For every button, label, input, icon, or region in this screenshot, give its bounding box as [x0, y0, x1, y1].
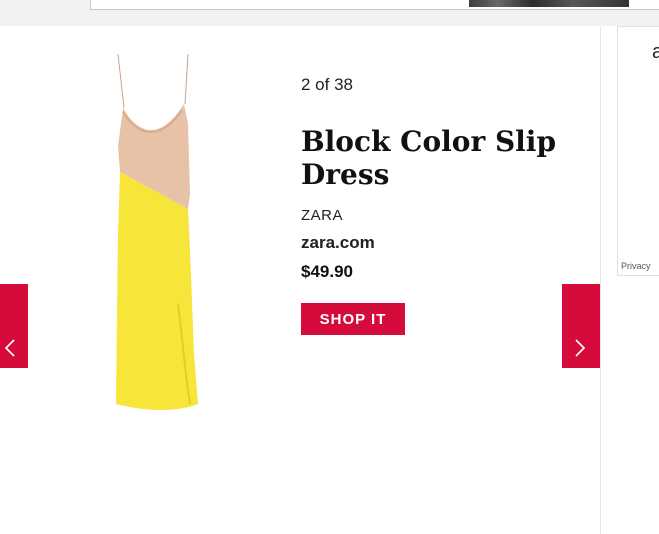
slip-dress-image [116, 54, 198, 410]
top-banner-ad-image [469, 0, 629, 7]
chevron-left-icon [4, 339, 15, 357]
product-brand: ZARA [301, 207, 344, 224]
slideshow-gallery: 2 of 38 Block Color Slip Dress ZARA zara… [0, 26, 601, 534]
retailer-name: zara.com [301, 233, 375, 252]
product-title: Block Color Slip Dress [301, 125, 557, 191]
product-price: $49.90 [301, 262, 353, 281]
top-ad-band [0, 0, 659, 26]
chevron-right-icon [575, 339, 586, 357]
right-rail: a Privacy [601, 26, 659, 534]
sidebar-ad[interactable]: a Privacy [617, 26, 659, 276]
top-banner-ad[interactable] [90, 0, 659, 10]
slide-counter: 2 of 38 [301, 75, 353, 94]
ad-privacy-link[interactable]: Privacy [621, 261, 651, 271]
sidebar-ad-text: a [652, 41, 659, 64]
previous-slide-button[interactable] [0, 284, 28, 368]
shop-it-button[interactable]: SHOP IT [301, 303, 405, 335]
next-slide-button[interactable] [562, 284, 600, 368]
